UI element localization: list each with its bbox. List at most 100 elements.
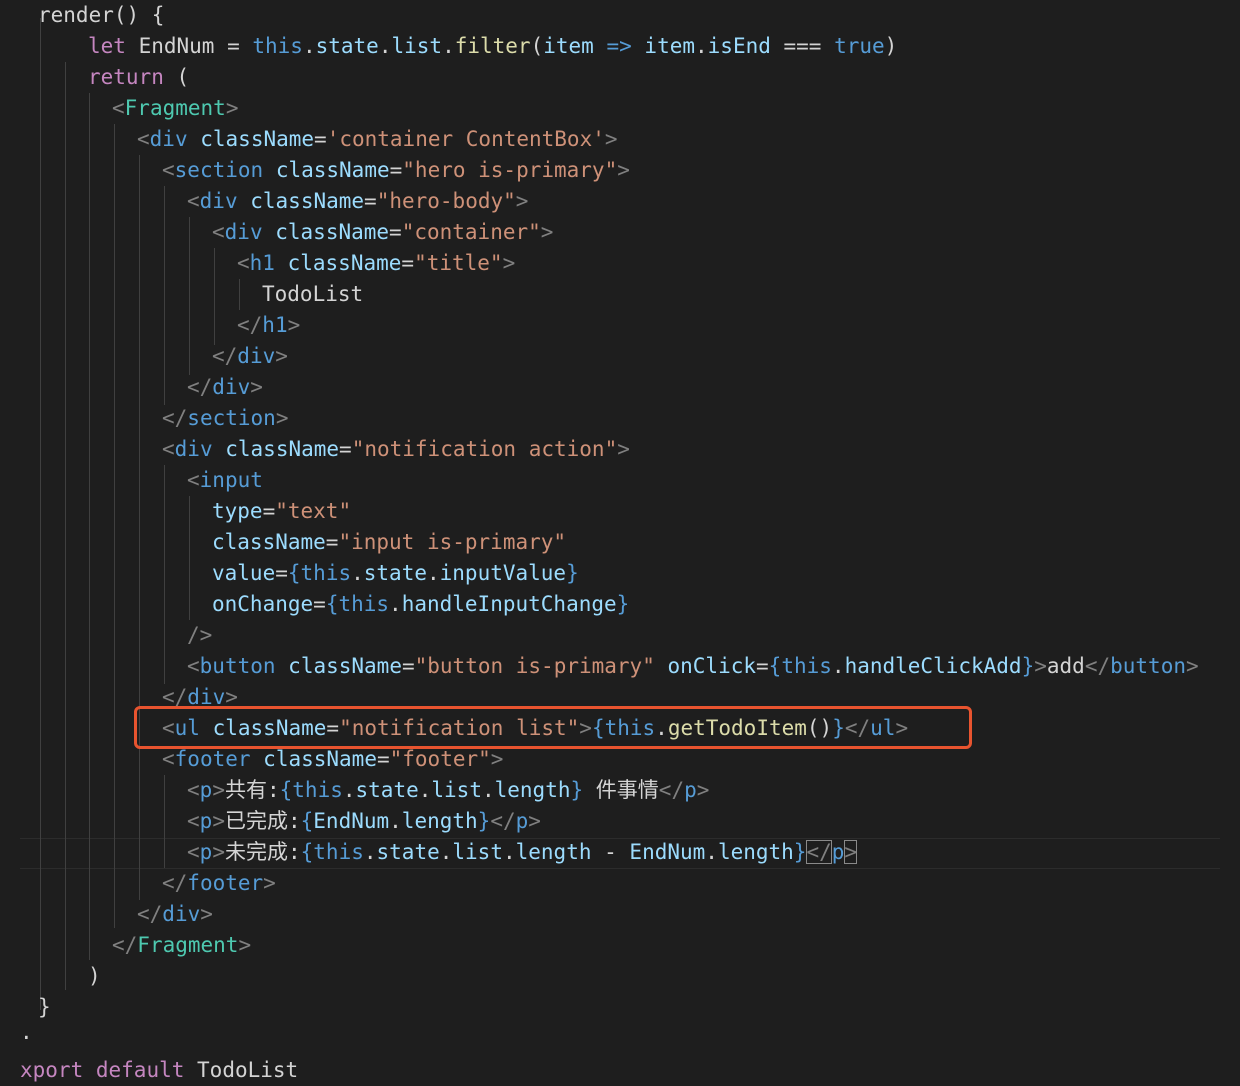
code-line[interactable]: <p>共有:{this.state.list.length} 件事情</p> [187, 775, 709, 806]
code-token: className [275, 220, 390, 244]
code-line[interactable]: </h1> [237, 310, 300, 341]
code-token: let [88, 34, 126, 58]
code-line[interactable]: <p>已完成:{EndNum.length}</p> [187, 806, 541, 837]
code-token: </ [490, 809, 516, 833]
code-line[interactable]: </Fragment> [112, 930, 251, 961]
indent-guide [114, 124, 115, 928]
code-line[interactable]: </footer> [162, 868, 276, 899]
code-token: > [212, 840, 225, 864]
code-token: > [515, 189, 529, 213]
code-line[interactable]: <input [187, 465, 263, 496]
code-line[interactable]: </div> [137, 899, 213, 930]
code-token: { [287, 561, 301, 585]
code-token: h1 [262, 313, 288, 337]
code-token: this [252, 34, 303, 58]
code-token: </ [187, 375, 213, 399]
code-line[interactable]: <div className="hero-body"> [187, 186, 528, 217]
code-token: p [199, 809, 213, 833]
code-line[interactable]: value={this.state.inputValue} [212, 558, 579, 589]
code-line[interactable]: <button className="button is-primary" on… [187, 651, 1199, 682]
code-token: p [199, 840, 213, 864]
code-line[interactable]: <div className="notification action"> [162, 434, 630, 465]
code-token: } [566, 561, 579, 585]
code-token: button [1110, 654, 1186, 678]
code-token: < [187, 654, 200, 678]
code-token: return [88, 65, 164, 89]
code-line[interactable]: · [20, 1023, 33, 1054]
code-line[interactable]: <h1 className="title"> [237, 248, 515, 279]
code-token: ( [163, 65, 190, 89]
code-token: className [212, 530, 326, 554]
code-token: . [378, 34, 392, 58]
code-token: > [617, 437, 630, 461]
code-editor[interactable]: render() {let EndNum = this.state.list.f… [0, 0, 1240, 1085]
code-token: className [275, 158, 390, 182]
code-token: } [793, 840, 807, 864]
code-line[interactable]: TodoList [262, 279, 363, 310]
code-token: </ [237, 313, 263, 337]
code-token: this [292, 778, 343, 802]
indent-guide [214, 248, 215, 345]
code-token: > [212, 809, 225, 833]
code-token: handleClickAdd [844, 654, 1022, 678]
code-line[interactable]: xport default TodoList [20, 1055, 298, 1086]
code-line[interactable]: <div className='container ContentBox'> [137, 124, 618, 155]
code-token: . [439, 840, 453, 864]
code-token: type [212, 499, 263, 523]
code-token: > [1185, 654, 1199, 678]
code-token: . [705, 840, 718, 864]
code-token: </ [112, 933, 138, 957]
code-line[interactable]: <section className="hero is-primary"> [162, 155, 630, 186]
code-line[interactable]: /> [187, 620, 212, 651]
code-token: item [644, 34, 695, 58]
code-token: "hero-body" [376, 189, 516, 213]
code-line[interactable]: </section> [162, 403, 288, 434]
code-token: { [325, 592, 339, 616]
code-token: Fragment [137, 933, 239, 957]
code-line[interactable]: <Fragment> [112, 93, 238, 124]
code-token: . [363, 840, 377, 864]
code-token: add [1046, 654, 1085, 678]
code-token: state [376, 840, 440, 864]
code-token: ( [530, 34, 544, 58]
code-token: < [162, 437, 175, 461]
code-line[interactable]: className="input is-primary" [212, 527, 566, 558]
code-token: > [540, 220, 554, 244]
code-token: "footer" [389, 747, 491, 771]
code-token: = [325, 530, 339, 554]
code-line[interactable]: ) [88, 961, 101, 992]
code-token: p [515, 809, 529, 833]
code-line[interactable]: let EndNum = this.state.list.filter(item… [88, 31, 897, 62]
code-token: div [174, 437, 213, 461]
code-line[interactable]: return ( [88, 62, 189, 93]
code-line[interactable]: } [38, 992, 51, 1023]
code-token: < [187, 840, 200, 864]
code-line[interactable]: <p>未完成:{this.state.list.length - EndNum.… [187, 837, 858, 868]
code-token: = [364, 189, 377, 213]
annotation-highlight-box [134, 706, 972, 749]
code-token: EndNum = [125, 34, 253, 58]
indent-guide [65, 62, 66, 990]
code-token: => [606, 34, 632, 58]
code-token: item [543, 34, 594, 58]
code-token: { [279, 778, 293, 802]
code-token: TodoList [184, 1058, 299, 1082]
code-line[interactable]: onChange={this.handleInputChange} [212, 589, 629, 620]
code-line[interactable]: type="text" [212, 496, 351, 527]
code-line[interactable]: </div> [187, 372, 263, 403]
code-line[interactable]: <div className="container"> [212, 217, 553, 248]
code-token: . [418, 778, 432, 802]
code-token: < [187, 468, 200, 492]
code-line[interactable]: render() { [38, 0, 164, 31]
code-token: = [401, 251, 415, 275]
code-token: </ [137, 902, 163, 926]
code-token: "container" [401, 220, 541, 244]
code-line[interactable]: </div> [212, 341, 288, 372]
